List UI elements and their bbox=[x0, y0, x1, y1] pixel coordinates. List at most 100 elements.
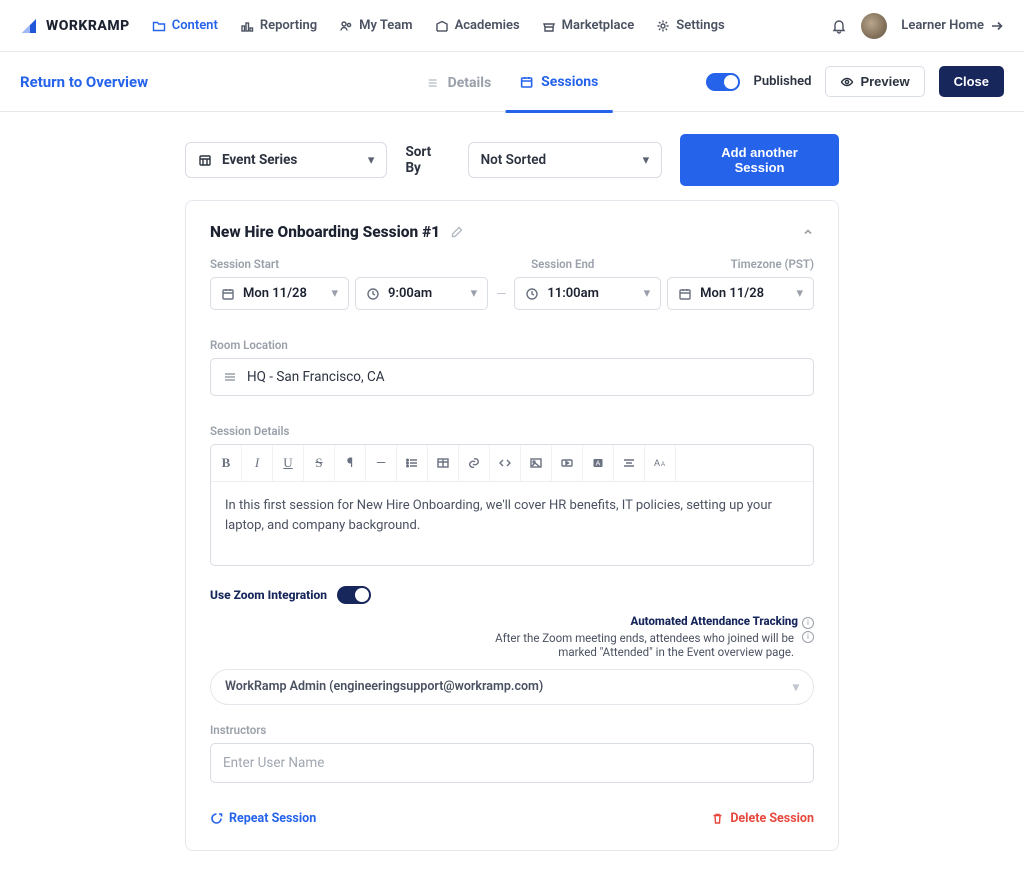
list-icon bbox=[426, 76, 440, 90]
close-label: Close bbox=[954, 74, 989, 89]
rich-text-editor: B I U S ¶ — A AA In this first session f… bbox=[210, 444, 814, 566]
end-date-value: Mon 11/28 bbox=[700, 286, 764, 301]
pencil-icon[interactable] bbox=[450, 225, 464, 239]
nav-myteam[interactable]: My Team bbox=[329, 12, 422, 39]
lines-icon bbox=[223, 370, 237, 384]
code-icon[interactable] bbox=[490, 445, 521, 481]
rte-toolbar: B I U S ¶ — A AA bbox=[211, 445, 813, 482]
tab-sessions[interactable]: Sessions bbox=[505, 66, 612, 113]
preview-button[interactable]: Preview bbox=[825, 66, 924, 97]
align-icon[interactable] bbox=[614, 445, 645, 481]
sort-by-label: Sort By bbox=[405, 144, 449, 176]
arrow-right-icon bbox=[990, 19, 1004, 33]
link-icon[interactable] bbox=[459, 445, 490, 481]
session-details-label: Session Details bbox=[210, 424, 814, 438]
sub-tabs: Details Sessions bbox=[412, 66, 613, 98]
caret-down-icon: ▾ bbox=[793, 679, 799, 695]
room-section: Room Location HQ - San Francisco, CA bbox=[210, 338, 814, 396]
calendar-grid-icon bbox=[198, 153, 212, 167]
start-date-input[interactable]: Mon 11/28 ▾ bbox=[210, 277, 349, 310]
underline-icon[interactable]: U bbox=[273, 445, 304, 481]
room-location-label: Room Location bbox=[210, 338, 814, 352]
zoom-admin-value: WorkRamp Admin (engineeringsupport@workr… bbox=[225, 679, 543, 694]
caret-down-icon: ▾ bbox=[644, 286, 651, 301]
info-icon[interactable]: i bbox=[802, 631, 814, 643]
video-icon[interactable] bbox=[552, 445, 583, 481]
zoom-admin-select[interactable]: WorkRamp Admin (engineeringsupport@workr… bbox=[210, 669, 814, 705]
start-time-input[interactable]: 9:00am ▾ bbox=[355, 277, 488, 310]
tab-label: Details bbox=[448, 75, 492, 91]
session-panel: New Hire Onboarding Session #1 Session S… bbox=[185, 200, 839, 851]
end-date-input[interactable]: Mon 11/28 ▾ bbox=[667, 277, 814, 310]
nav-label: Settings bbox=[676, 18, 724, 33]
table-icon[interactable] bbox=[428, 445, 459, 481]
list-icon[interactable] bbox=[397, 445, 428, 481]
session-title: New Hire Onboarding Session #1 bbox=[210, 223, 440, 241]
nav-settings[interactable]: Settings bbox=[646, 12, 734, 39]
caret-down-icon: ▾ bbox=[331, 286, 338, 301]
bell-icon[interactable] bbox=[831, 18, 847, 34]
italic-icon[interactable]: I bbox=[242, 445, 273, 481]
zoom-row: Use Zoom Integration bbox=[210, 586, 814, 604]
add-session-label: Add another Session bbox=[695, 145, 824, 175]
add-session-button[interactable]: Add another Session bbox=[680, 134, 839, 186]
preview-label: Preview bbox=[860, 74, 909, 89]
event-series-select[interactable]: Event Series ▾ bbox=[185, 142, 387, 178]
session-end-label: Session End bbox=[531, 257, 594, 271]
building-icon bbox=[435, 19, 449, 33]
refresh-icon bbox=[210, 812, 223, 825]
info-icon[interactable]: i bbox=[802, 617, 814, 629]
text-size-icon[interactable]: AA bbox=[645, 445, 676, 481]
rte-body[interactable]: In this first session for New Hire Onboa… bbox=[211, 482, 813, 565]
logo-icon bbox=[20, 17, 38, 35]
learner-home-label: Learner Home bbox=[901, 18, 984, 33]
nav-marketplace[interactable]: Marketplace bbox=[532, 12, 645, 39]
caret-down-icon: ▾ bbox=[368, 153, 375, 168]
return-to-overview-link[interactable]: Return to Overview bbox=[20, 73, 148, 91]
trash-icon bbox=[711, 812, 724, 825]
tab-details[interactable]: Details bbox=[412, 66, 506, 113]
close-button[interactable]: Close bbox=[939, 66, 1004, 97]
auto-track-header: Automated Attendance Tracking bbox=[631, 614, 799, 628]
eye-icon bbox=[840, 75, 854, 89]
collapse-icon[interactable] bbox=[802, 226, 814, 238]
repeat-session-button[interactable]: Repeat Session bbox=[210, 811, 316, 826]
paragraph-icon[interactable]: ¶ bbox=[335, 445, 366, 481]
zoom-toggle[interactable] bbox=[337, 586, 371, 604]
learner-home-link[interactable]: Learner Home bbox=[901, 18, 1004, 33]
nav-content[interactable]: Content bbox=[142, 12, 228, 39]
strikethrough-icon[interactable]: S bbox=[304, 445, 335, 481]
clock-icon bbox=[366, 287, 380, 301]
controls-row: Event Series ▾ Sort By Not Sorted ▾ Add … bbox=[185, 112, 839, 200]
instructors-input[interactable]: Enter User Name bbox=[210, 743, 814, 783]
hr-icon[interactable]: — bbox=[366, 445, 397, 481]
published-label: Published bbox=[754, 74, 812, 89]
session-start-label: Session Start bbox=[210, 257, 279, 271]
font-block-icon[interactable]: A bbox=[583, 445, 614, 481]
end-time-input[interactable]: 11:00am ▾ bbox=[514, 277, 661, 310]
published-toggle[interactable] bbox=[706, 73, 740, 91]
sort-select[interactable]: Not Sorted ▾ bbox=[468, 142, 663, 178]
nav-academies[interactable]: Academies bbox=[425, 12, 530, 39]
start-time-value: 9:00am bbox=[388, 286, 432, 301]
room-location-value: HQ - San Francisco, CA bbox=[247, 369, 385, 385]
bold-icon[interactable]: B bbox=[211, 445, 242, 481]
image-icon[interactable] bbox=[521, 445, 552, 481]
avatar[interactable] bbox=[861, 13, 887, 39]
clock-icon bbox=[525, 287, 539, 301]
nav-reporting[interactable]: Reporting bbox=[230, 12, 327, 39]
top-nav: WORKRAMP Content Reporting My Team Acade… bbox=[0, 0, 1024, 52]
sub-bar: Return to Overview Details Sessions Publ… bbox=[0, 52, 1024, 112]
repeat-session-label: Repeat Session bbox=[229, 811, 316, 826]
timezone-label: Timezone (PST) bbox=[731, 257, 814, 271]
tab-label: Sessions bbox=[541, 74, 598, 90]
delete-session-button[interactable]: Delete Session bbox=[711, 811, 814, 826]
delete-session-label: Delete Session bbox=[730, 811, 814, 826]
caret-down-icon: ▾ bbox=[643, 153, 650, 168]
room-location-input[interactable]: HQ - San Francisco, CA bbox=[210, 358, 814, 396]
calendar-icon bbox=[678, 287, 692, 301]
datetime-row: Mon 11/28 ▾ 9:00am ▾ — 11:00am ▾ Mon 11/… bbox=[210, 277, 814, 310]
zoom-integration-label: Use Zoom Integration bbox=[210, 588, 327, 602]
select-text: Event Series bbox=[222, 152, 297, 168]
instructors-label: Instructors bbox=[210, 723, 814, 737]
